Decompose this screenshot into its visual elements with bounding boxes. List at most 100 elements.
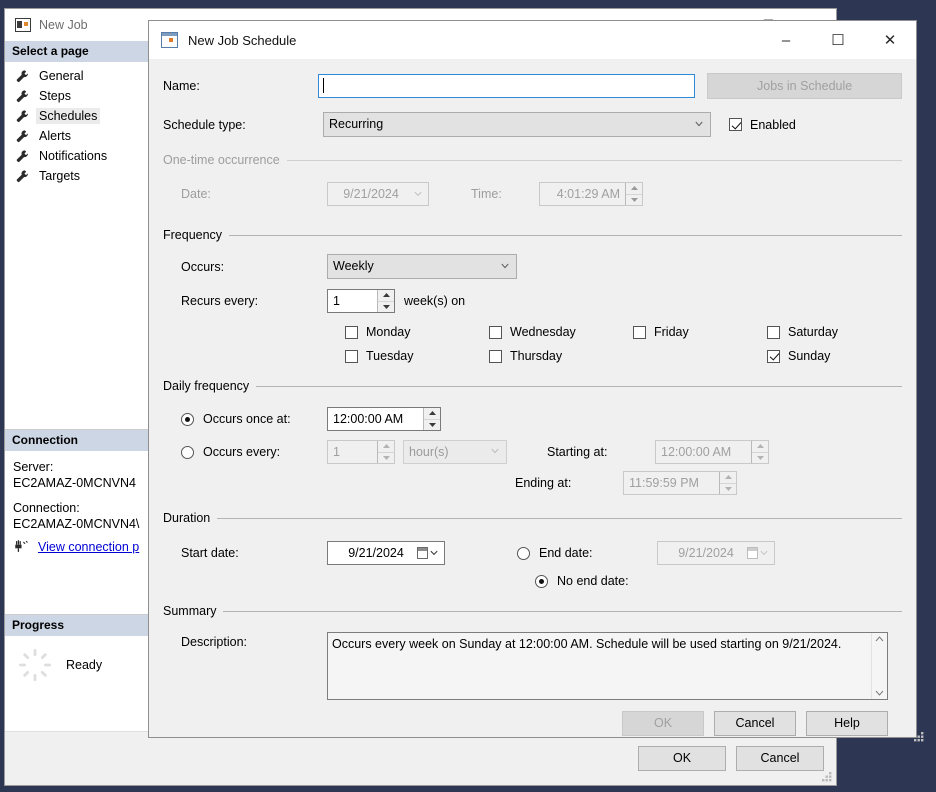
checkbox-wednesday[interactable]: Wednesday — [489, 325, 633, 339]
radio-end-date[interactable]: End date: — [517, 546, 657, 560]
description-scrollbar[interactable] — [871, 633, 887, 699]
dialog-close-button[interactable]: ✕ — [864, 21, 916, 59]
sidebar-item-general[interactable]: General — [5, 66, 152, 86]
dialog-title-bar: New Job Schedule – ☐ ✕ — [149, 21, 916, 59]
starting-at-value: 12:00:00 AM — [661, 445, 732, 459]
group-divider — [223, 610, 902, 612]
summary-header: Summary — [163, 604, 902, 618]
spinner-up-button — [752, 441, 768, 452]
no-end-date-row: No end date: — [163, 574, 902, 588]
spinner-up-button[interactable] — [378, 290, 394, 301]
chevron-down-icon — [430, 550, 438, 556]
spinner-buttons[interactable] — [377, 290, 394, 312]
radio-occurs-once-label: Occurs once at: — [203, 412, 291, 426]
enabled-checkbox[interactable]: Enabled — [729, 118, 796, 132]
dialog-button-bar: OK Cancel Help — [163, 700, 902, 736]
dialog-maximize-button[interactable]: ☐ — [812, 21, 864, 59]
one-time-date-label: Date: — [181, 187, 211, 201]
sidebar-item-alerts[interactable]: Alerts — [5, 126, 152, 146]
text-caret — [323, 78, 325, 94]
name-input[interactable] — [318, 74, 696, 98]
view-connection-properties-row[interactable]: View connection p — [5, 532, 152, 554]
checkbox-thursday[interactable]: Thursday — [489, 349, 633, 363]
schedule-type-value: Recurring — [329, 117, 384, 131]
recurs-every-spinner[interactable]: 1 — [327, 289, 395, 313]
end-date-value: 9/21/2024 — [678, 546, 734, 560]
dialog-help-button[interactable]: Help — [806, 711, 888, 736]
weekday-row-2: Tuesday Thursday Sunday — [163, 349, 902, 363]
new-job-icon — [15, 18, 31, 32]
sidebar-item-targets[interactable]: Targets — [5, 166, 152, 186]
radio-occurs-every-dot — [181, 445, 194, 459]
occurs-select[interactable]: Weekly — [327, 254, 517, 279]
spinner-buttons — [751, 441, 768, 463]
scroll-up-icon[interactable] — [875, 636, 884, 642]
spinner-down-button[interactable] — [424, 418, 440, 431]
radio-no-end-date[interactable]: No end date: — [535, 574, 629, 588]
checkbox-sunday-label: Sunday — [788, 349, 831, 363]
radio-occurs-every[interactable]: Occurs every: — [163, 445, 327, 459]
calendar-glyph-icon — [747, 547, 758, 559]
description-textarea[interactable]: Occurs every week on Sunday at 12:00:00 … — [327, 632, 888, 700]
radio-occurs-every-label: Occurs every: — [203, 445, 281, 459]
checkbox-wednesday-label: Wednesday — [510, 325, 576, 339]
duration-title: Duration — [163, 511, 211, 525]
enabled-checkbox-box — [729, 118, 742, 131]
wrench-icon — [16, 130, 28, 143]
spinner-down-button[interactable] — [378, 300, 394, 313]
sidebar-item-schedules[interactable]: Schedules — [5, 106, 152, 126]
checkbox-wednesday-box — [489, 325, 502, 339]
name-label: Name: — [163, 79, 200, 93]
occurs-once-row: Occurs once at: 12:00:00 AM — [163, 407, 902, 431]
occurs-once-time-spinner[interactable]: 12:00:00 AM — [327, 407, 441, 431]
calendar-glyph-icon — [417, 547, 428, 559]
spinner-buttons — [377, 441, 394, 463]
parent-window-title: New Job — [39, 18, 88, 32]
sidebar-item-steps[interactable]: Steps — [5, 86, 152, 106]
one-time-date-value: 9/21/2024 — [343, 187, 399, 201]
checkbox-friday[interactable]: Friday — [633, 325, 767, 339]
start-date-picker[interactable]: 9/21/2024 — [327, 541, 445, 565]
recurs-every-unit-label: week(s) on — [404, 294, 466, 308]
connection-header: Connection — [5, 429, 152, 451]
dialog-minimize-button[interactable]: – — [760, 21, 812, 59]
starting-at-label: Starting at: — [547, 445, 608, 459]
chevron-down-icon — [760, 550, 768, 556]
duration-group: Duration Start date: 9/21/2024 End date:… — [163, 511, 902, 588]
summary-group: Summary Description: Occurs every week o… — [163, 604, 902, 700]
ending-at-row: Ending at: 11:59:59 PM — [163, 471, 902, 495]
one-time-occurrence-title: One-time occurrence — [163, 153, 280, 167]
radio-occurs-once[interactable]: Occurs once at: — [163, 412, 327, 426]
occurs-once-time-value: 12:00:00 AM — [333, 412, 404, 426]
parent-cancel-button[interactable]: Cancel — [736, 746, 824, 771]
checkbox-sunday[interactable]: Sunday — [767, 349, 830, 363]
schedule-type-select[interactable]: Recurring — [323, 112, 711, 137]
parent-resize-grip[interactable] — [820, 770, 833, 783]
description-label: Description: — [181, 635, 247, 649]
spinner-up-button[interactable] — [424, 408, 440, 419]
daily-frequency-title: Daily frequency — [163, 379, 250, 393]
sidebar-item-notifications[interactable]: Notifications — [5, 146, 152, 166]
wrench-icon — [16, 150, 28, 163]
occurs-every-row: Occurs every: 1 hour(s) Starting at: 12:… — [163, 440, 902, 464]
dialog-ok-button[interactable]: OK — [622, 711, 704, 736]
view-connection-properties-link[interactable]: View connection p — [38, 540, 139, 554]
checkbox-monday[interactable]: Monday — [345, 325, 489, 339]
checkbox-saturday[interactable]: Saturday — [767, 325, 838, 339]
spinner-down-button — [626, 193, 642, 206]
start-date-label: Start date: — [181, 546, 239, 560]
scroll-down-icon[interactable] — [875, 690, 884, 696]
wrench-icon — [16, 90, 28, 103]
dialog-cancel-button[interactable]: Cancel — [714, 711, 796, 736]
one-time-time-value: 4:01:29 AM — [556, 187, 620, 201]
parent-ok-button[interactable]: OK — [638, 746, 726, 771]
jobs-in-schedule-button[interactable]: Jobs in Schedule — [707, 73, 902, 99]
checkbox-tuesday[interactable]: Tuesday — [345, 349, 489, 363]
connection-section: Server: EC2AMAZ-0MCNVN4 Connection: EC2A… — [5, 451, 152, 554]
progress-section: Ready — [5, 636, 152, 683]
start-date-row: Start date: 9/21/2024 End date: 9/21/202… — [163, 541, 902, 565]
spinner-buttons[interactable] — [423, 408, 440, 430]
left-navigation-pane: Select a page General Steps Schedules Al… — [5, 41, 153, 731]
dialog-resize-grip[interactable] — [912, 730, 925, 743]
checkbox-tuesday-label: Tuesday — [366, 349, 414, 363]
